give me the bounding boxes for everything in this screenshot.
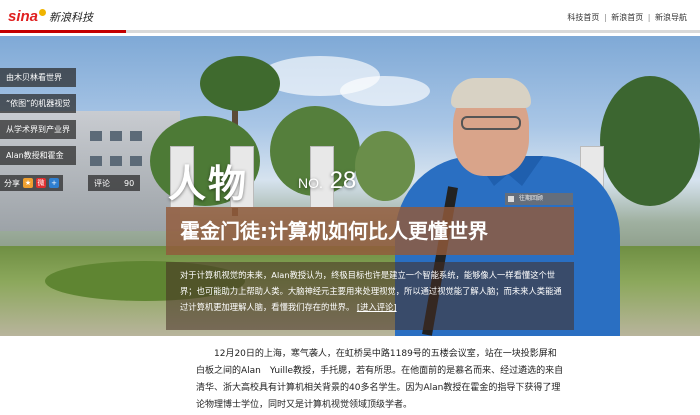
sina-logo[interactable]: sina 新浪科技: [8, 8, 93, 25]
description-text: 对于计算机视觉的未来，Alan教授认为，终极目标也许是建立一个智能系统，能够像人…: [180, 267, 566, 315]
comment-label: 评论: [94, 178, 110, 188]
article-body: 12月20日的上海，寒气袭人，在虹桥吴中路1189号的五楼会议室，站在一块投影屏…: [196, 349, 564, 410]
past-issues-label: 往期回顾: [519, 195, 544, 202]
chapter-menu: 由木贝林看世界 “依图”的机器视觉 从学术界到产业界 Alan教授和霍金: [0, 68, 77, 172]
nav-tech-home[interactable]: 科技首页: [566, 13, 600, 22]
issue-value: 28: [329, 167, 357, 194]
sina-eye-icon: [39, 9, 47, 16]
share-label: 分享: [4, 178, 20, 188]
menu-item-chapter-2[interactable]: “依图”的机器视觉: [0, 94, 77, 113]
article-title: 霍金门徒:计算机如何比人更懂世界: [180, 219, 488, 243]
header-divider: [0, 30, 700, 33]
logo-brand: sina: [8, 8, 39, 25]
past-issues-link[interactable]: 往期回顾: [505, 193, 573, 205]
comment-count: 90: [124, 178, 135, 188]
menu-item-chapter-4[interactable]: Alan教授和霍金: [0, 146, 77, 165]
issue-prefix: NO.: [298, 175, 323, 191]
enter-comments-link[interactable]: [进入评论]: [357, 302, 397, 312]
weibo-icon[interactable]: 微: [36, 178, 46, 188]
comment-counter[interactable]: 评论 90: [88, 175, 141, 191]
issue-number: NO. 28: [298, 167, 356, 195]
description-panel: 对于计算机视觉的未来，Alan教授认为，终极目标也许是建立一个智能系统，能够像人…: [166, 262, 574, 330]
logo-text: 新浪科技: [49, 10, 94, 24]
glasses: [461, 116, 521, 130]
menu-item-chapter-1[interactable]: 由木贝林看世界: [0, 68, 77, 87]
menu-item-chapter-3[interactable]: 从学术界到产业界: [0, 120, 77, 139]
square-icon: [508, 196, 514, 202]
top-nav: 科技首页 | 新浪首页 | 新浪导航: [566, 12, 688, 23]
title-panel: 霍金门徒:计算机如何比人更懂世界: [166, 207, 574, 255]
nav-sina-directory[interactable]: 新浪导航: [654, 13, 688, 22]
qzone-icon[interactable]: ★: [23, 178, 33, 188]
plus-icon[interactable]: +: [49, 178, 59, 188]
nav-sina-home[interactable]: 新浪首页: [610, 13, 644, 22]
column-label: 人物: [168, 161, 249, 206]
nav-separator: |: [603, 13, 607, 22]
palm-tree: [200, 56, 280, 111]
share-bar: 分享 ★ 微 +: [0, 175, 63, 191]
site-header: sina 新浪科技 科技首页 | 新浪首页 | 新浪导航: [0, 0, 700, 33]
person-hair: [451, 78, 531, 108]
nav-separator: |: [647, 13, 651, 22]
